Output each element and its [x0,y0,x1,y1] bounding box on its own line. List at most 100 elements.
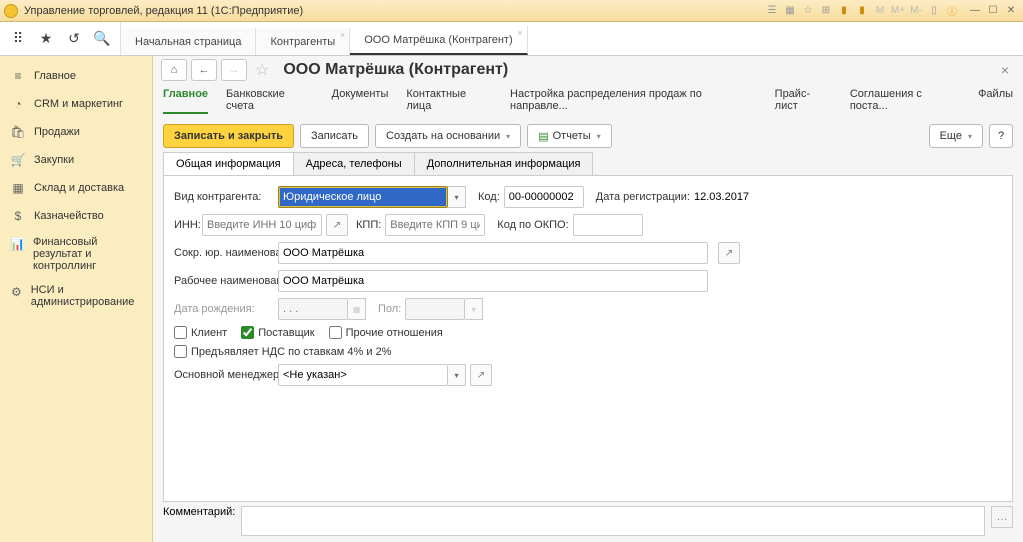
history-icon[interactable]: ↺ [62,27,86,51]
app-icon [4,4,18,18]
okpo-input[interactable] [573,214,643,236]
grid-icon[interactable]: ⠿ [6,27,30,51]
type-label: Вид контрагента: [174,191,274,203]
window-title: Управление торговлей, редакция 11 (1С:Пр… [24,5,765,17]
search-icon[interactable]: 🔍 [90,27,114,51]
nav-files[interactable]: Файлы [978,86,1013,114]
birth-calendar-icon: ▦ [348,298,366,320]
icon-e[interactable]: ▮ [837,4,851,18]
short-input[interactable] [278,242,708,264]
icon-a[interactable]: ☰ [765,4,779,18]
sidebar-item-main[interactable]: ≡Главное [0,62,152,90]
icon-f[interactable]: ▮ [855,4,869,18]
min-button[interactable]: — [967,4,983,18]
icon-m2[interactable]: M+ [891,4,905,18]
bag-icon: 🛍 [10,124,26,140]
nav-agreements[interactable]: Соглашения с поста... [850,86,960,114]
comment-input[interactable] [241,506,985,536]
subtab-general[interactable]: Общая информация [163,152,294,175]
home-button[interactable]: ⌂ [161,59,187,81]
icon-b[interactable]: ▦ [783,4,797,18]
action-row: Записать и закрыть Записать Создать на о… [153,120,1023,152]
nav-settings[interactable]: Настройка распределения продаж по направ… [510,86,757,114]
nav-price[interactable]: Прайс-лист [775,86,832,114]
tab-contragents[interactable]: Контрагенты× [256,28,350,55]
icon-m3[interactable]: M- [909,4,923,18]
favorite-star-icon[interactable]: ☆ [255,60,269,80]
inn-label: ИНН: [174,219,198,231]
okpo-label: Код по ОКПО: [497,219,568,231]
chart-icon: 📊 [10,236,25,252]
type-dropdown-icon[interactable]: ▾ [448,186,466,208]
nav-main[interactable]: Главное [163,86,208,114]
save-close-button[interactable]: Записать и закрыть [163,124,294,148]
work-label: Рабочее наименование: [174,275,274,287]
forward-button[interactable]: → [221,59,247,81]
manager-open-button[interactable]: ↗ [470,364,492,386]
tab-home[interactable]: Начальная страница [121,28,256,55]
vat-checkbox[interactable]: Предъявляет НДС по ставкам 4% и 2% [174,345,391,358]
icon-c[interactable]: ☆ [801,4,815,18]
short-expand-button[interactable]: ↗ [718,242,740,264]
manager-dropdown-icon[interactable]: ▾ [448,364,466,386]
box-icon: ▦ [10,180,26,196]
content: ⌂ ← → ☆ ООО Матрёшка (Контрагент) × Глав… [153,56,1023,542]
tab-close-icon[interactable]: × [340,30,345,40]
subtab-addresses[interactable]: Адреса, телефоны [293,152,415,175]
icon-d[interactable]: ⊞ [819,4,833,18]
sidebar-item-treasury[interactable]: $Казначейство [0,202,152,230]
sidebar-item-purchases[interactable]: 🛒Закупки [0,146,152,174]
reports-button[interactable]: ▤Отчеты▾ [527,124,611,148]
kpp-input[interactable] [385,214,485,236]
star-icon[interactable]: ★ [34,27,58,51]
client-checkbox[interactable]: Клиент [174,326,227,339]
regdate-label: Дата регистрации: [596,191,690,203]
code-label: Код: [478,191,500,203]
inn-input[interactable] [202,214,322,236]
top-strip: ⠿ ★ ↺ 🔍 Начальная страница Контрагенты× … [0,22,1023,56]
icon-m1[interactable]: M [873,4,887,18]
back-button[interactable]: ← [191,59,217,81]
nav-contacts[interactable]: Контактные лица [406,86,492,114]
tab-current[interactable]: ООО Матрёшка (Контрагент)× [350,26,527,55]
manager-select[interactable] [278,364,448,386]
tab-close-icon[interactable]: × [517,28,522,38]
help-button[interactable]: ? [989,124,1013,148]
code-input[interactable] [504,186,584,208]
type-select[interactable] [278,186,448,208]
sidebar-item-crm[interactable]: ◔CRM и маркетинг [0,90,152,118]
max-button[interactable]: ☐ [985,4,1001,18]
comment-expand-button[interactable]: … [991,506,1013,528]
sidebar-item-warehouse[interactable]: ▦Склад и доставка [0,174,152,202]
other-checkbox[interactable]: Прочие отношения [329,326,443,339]
title-bar: Управление торговлей, редакция 11 (1С:Пр… [0,0,1023,22]
birth-label: Дата рождения: [174,303,274,315]
sidebar-item-nsi[interactable]: ⚙НСИ и администрирование [0,278,152,314]
manager-label: Основной менеджер: [174,369,274,381]
sidebar: ≡Главное ◔CRM и маркетинг 🛍Продажи 🛒Заку… [0,56,153,542]
info-icon[interactable]: ⓘ [945,4,959,18]
page-title: ООО Матрёшка (Контрагент) [283,61,508,79]
sidebar-item-finresult[interactable]: 📊Финансовый результат и контроллинг [0,230,152,278]
panel-close-icon[interactable]: × [995,62,1015,78]
create-based-button[interactable]: Создать на основании▾ [375,124,521,148]
sidebar-item-sales[interactable]: 🛍Продажи [0,118,152,146]
nav-row: Главное Банковские счета Документы Конта… [153,84,1023,120]
subtabs: Общая информация Адреса, телефоны Дополн… [153,152,1023,175]
work-input[interactable] [278,270,708,292]
more-button[interactable]: Еще▾ [929,124,983,148]
subtab-extra[interactable]: Дополнительная информация [414,152,594,175]
icon-g[interactable]: ▯ [927,4,941,18]
close-button[interactable]: ✕ [1003,4,1019,18]
money-icon: $ [10,208,26,224]
nav-bank[interactable]: Банковские счета [226,86,314,114]
gender-label: Пол: [378,303,401,315]
save-button[interactable]: Записать [300,124,369,148]
gender-dropdown-icon: ▾ [465,298,483,320]
short-label: Сокр. юр. наименование: [174,247,274,259]
kpp-label: КПП: [356,219,381,231]
nav-docs[interactable]: Документы [332,86,389,114]
toolbar-icons: ☰ ▦ ☆ ⊞ ▮ ▮ M M+ M- ▯ ⓘ [765,4,959,18]
inn-lookup-button[interactable]: ↗ [326,214,348,236]
supplier-checkbox[interactable]: Поставщик [241,326,314,339]
